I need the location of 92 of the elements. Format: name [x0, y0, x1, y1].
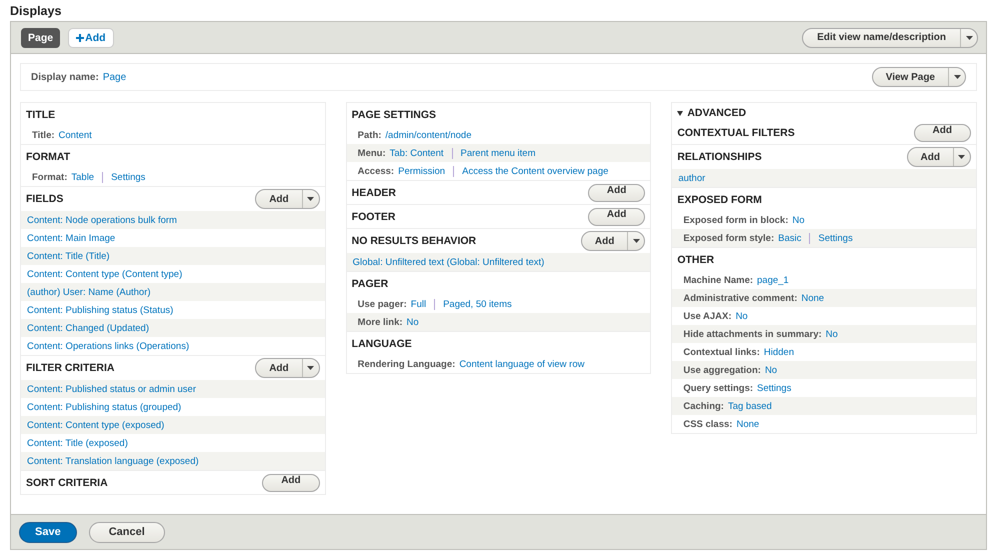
setting-link[interactable]: No [826, 328, 838, 340]
item-link[interactable]: author [678, 172, 706, 184]
setting-label: Format: [32, 172, 68, 182]
item-link[interactable]: Content: Operations links (Operations) [27, 340, 190, 352]
setting-link[interactable]: Table [71, 172, 94, 182]
caret-icon [307, 366, 314, 370]
section-title: FILTER CRITERIA [26, 362, 114, 374]
setting-link[interactable]: Paged, 50 items [434, 298, 512, 310]
add-button[interactable]: Add [914, 124, 971, 142]
section-title: TITLE [26, 108, 56, 120]
setting-label: Exposed form style: [683, 232, 774, 244]
triangle-icon [677, 110, 684, 116]
item-link[interactable]: Content: Publishing status (Status) [27, 304, 174, 316]
cancel-button[interactable]: Cancel [88, 522, 165, 542]
setting-label: More link: [358, 316, 403, 328]
setting-label: Title: [32, 130, 55, 140]
section-title: CONTEXTUAL FILTERS [677, 126, 795, 138]
add-display-button[interactable]: Add [68, 28, 114, 48]
setting-label: Use AJAX: [683, 310, 732, 322]
setting-label: Administrative comment: [683, 292, 798, 304]
setting-label: Exposed form in block: [683, 214, 788, 226]
add-button[interactable]: Add [588, 184, 646, 202]
caret-icon [958, 155, 966, 159]
section-title: FORMAT [26, 150, 70, 162]
setting-link[interactable]: No [792, 214, 805, 226]
setting-label: Machine Name: [683, 274, 754, 286]
setting-link[interactable]: No [406, 316, 419, 328]
item-link[interactable]: Content: Main Image [27, 232, 116, 244]
setting-link[interactable]: /admin/content/node [385, 130, 472, 140]
save-button[interactable]: Save [19, 522, 77, 542]
setting-link[interactable]: Settings [809, 232, 853, 244]
caret-icon [307, 197, 314, 201]
add-button[interactable]: Add [256, 190, 302, 208]
edit-view-button[interactable]: Edit view name/description [803, 28, 960, 46]
item-link[interactable]: Content: Publishing status (grouped) [27, 402, 182, 412]
display-tab[interactable]: Page [21, 28, 60, 48]
setting-label: Access: [358, 166, 394, 176]
setting-link[interactable]: No [764, 364, 778, 376]
item-link[interactable]: Content: Title (Title) [27, 250, 110, 262]
setting-label: Use aggregation: [683, 364, 761, 376]
section-title: PAGE SETTINGS [352, 108, 436, 120]
setting-link[interactable]: Permission [398, 166, 446, 176]
section-title: EXPOSED FORM [677, 194, 762, 206]
section-title: SORT CRITERIA [26, 476, 108, 488]
setting-link[interactable]: Settings [757, 382, 792, 394]
setting-link[interactable]: Settings [102, 172, 146, 182]
setting-label: Caching: [683, 400, 724, 412]
item-link[interactable]: Content: Content type (Content type) [27, 268, 182, 280]
setting-link[interactable]: None [736, 418, 760, 430]
setting-link[interactable]: Tab: Content [390, 148, 444, 158]
display-name-link[interactable]: Page [102, 72, 126, 82]
add-button[interactable]: Add [588, 208, 646, 226]
add-button[interactable]: Add [582, 232, 628, 250]
page-title: Displays [10, 4, 62, 18]
section-title: RELATIONSHIPS [677, 151, 762, 163]
section-title: FOOTER [352, 210, 396, 222]
setting-link[interactable]: page_1 [757, 274, 789, 286]
setting-label: CSS class: [683, 418, 732, 430]
setting-link[interactable]: Parent menu item [452, 148, 536, 158]
section-title: OTHER [677, 254, 714, 266]
setting-link[interactable]: Basic [778, 232, 802, 244]
setting-link[interactable]: None [801, 292, 824, 304]
item-link[interactable]: Content: Title (exposed) [27, 438, 128, 448]
setting-link[interactable]: Full [410, 298, 426, 310]
section-title: NO RESULTS BEHAVIOR [352, 235, 476, 247]
setting-link[interactable]: Access the Content overview page [453, 166, 608, 176]
setting-link[interactable]: No [736, 310, 748, 322]
setting-label: Contextual links: [683, 346, 760, 358]
setting-label: Rendering Language: [358, 358, 456, 370]
plus-icon [76, 34, 84, 42]
caret-icon [954, 75, 960, 79]
view-page-button[interactable]: View Page [872, 68, 948, 86]
section-title: PAGER [352, 278, 388, 290]
caret-icon [632, 239, 640, 243]
caret-icon [966, 36, 972, 40]
section-title: HEADER [352, 186, 396, 198]
add-button[interactable]: Add [262, 474, 320, 492]
section-title: LANGUAGE [352, 338, 412, 350]
advanced-toggle[interactable]: ADVANCED [672, 103, 752, 121]
setting-link[interactable]: Tag based [728, 400, 772, 412]
section-title: FIELDS [26, 193, 64, 205]
setting-label: Menu: [358, 148, 386, 158]
setting-link[interactable]: Content language of view row [459, 358, 584, 370]
add-button[interactable]: Add [256, 359, 302, 377]
add-button[interactable]: Add [908, 148, 953, 166]
setting-label: Hide attachments in summary: [683, 328, 822, 340]
setting-label: Query settings: [683, 382, 754, 394]
setting-label: Path: [358, 130, 382, 140]
setting-link[interactable]: Content [58, 130, 92, 140]
display-name-label: Display name: [31, 72, 99, 82]
setting-label: Use pager: [358, 298, 407, 310]
setting-link[interactable]: Hidden [764, 346, 794, 358]
